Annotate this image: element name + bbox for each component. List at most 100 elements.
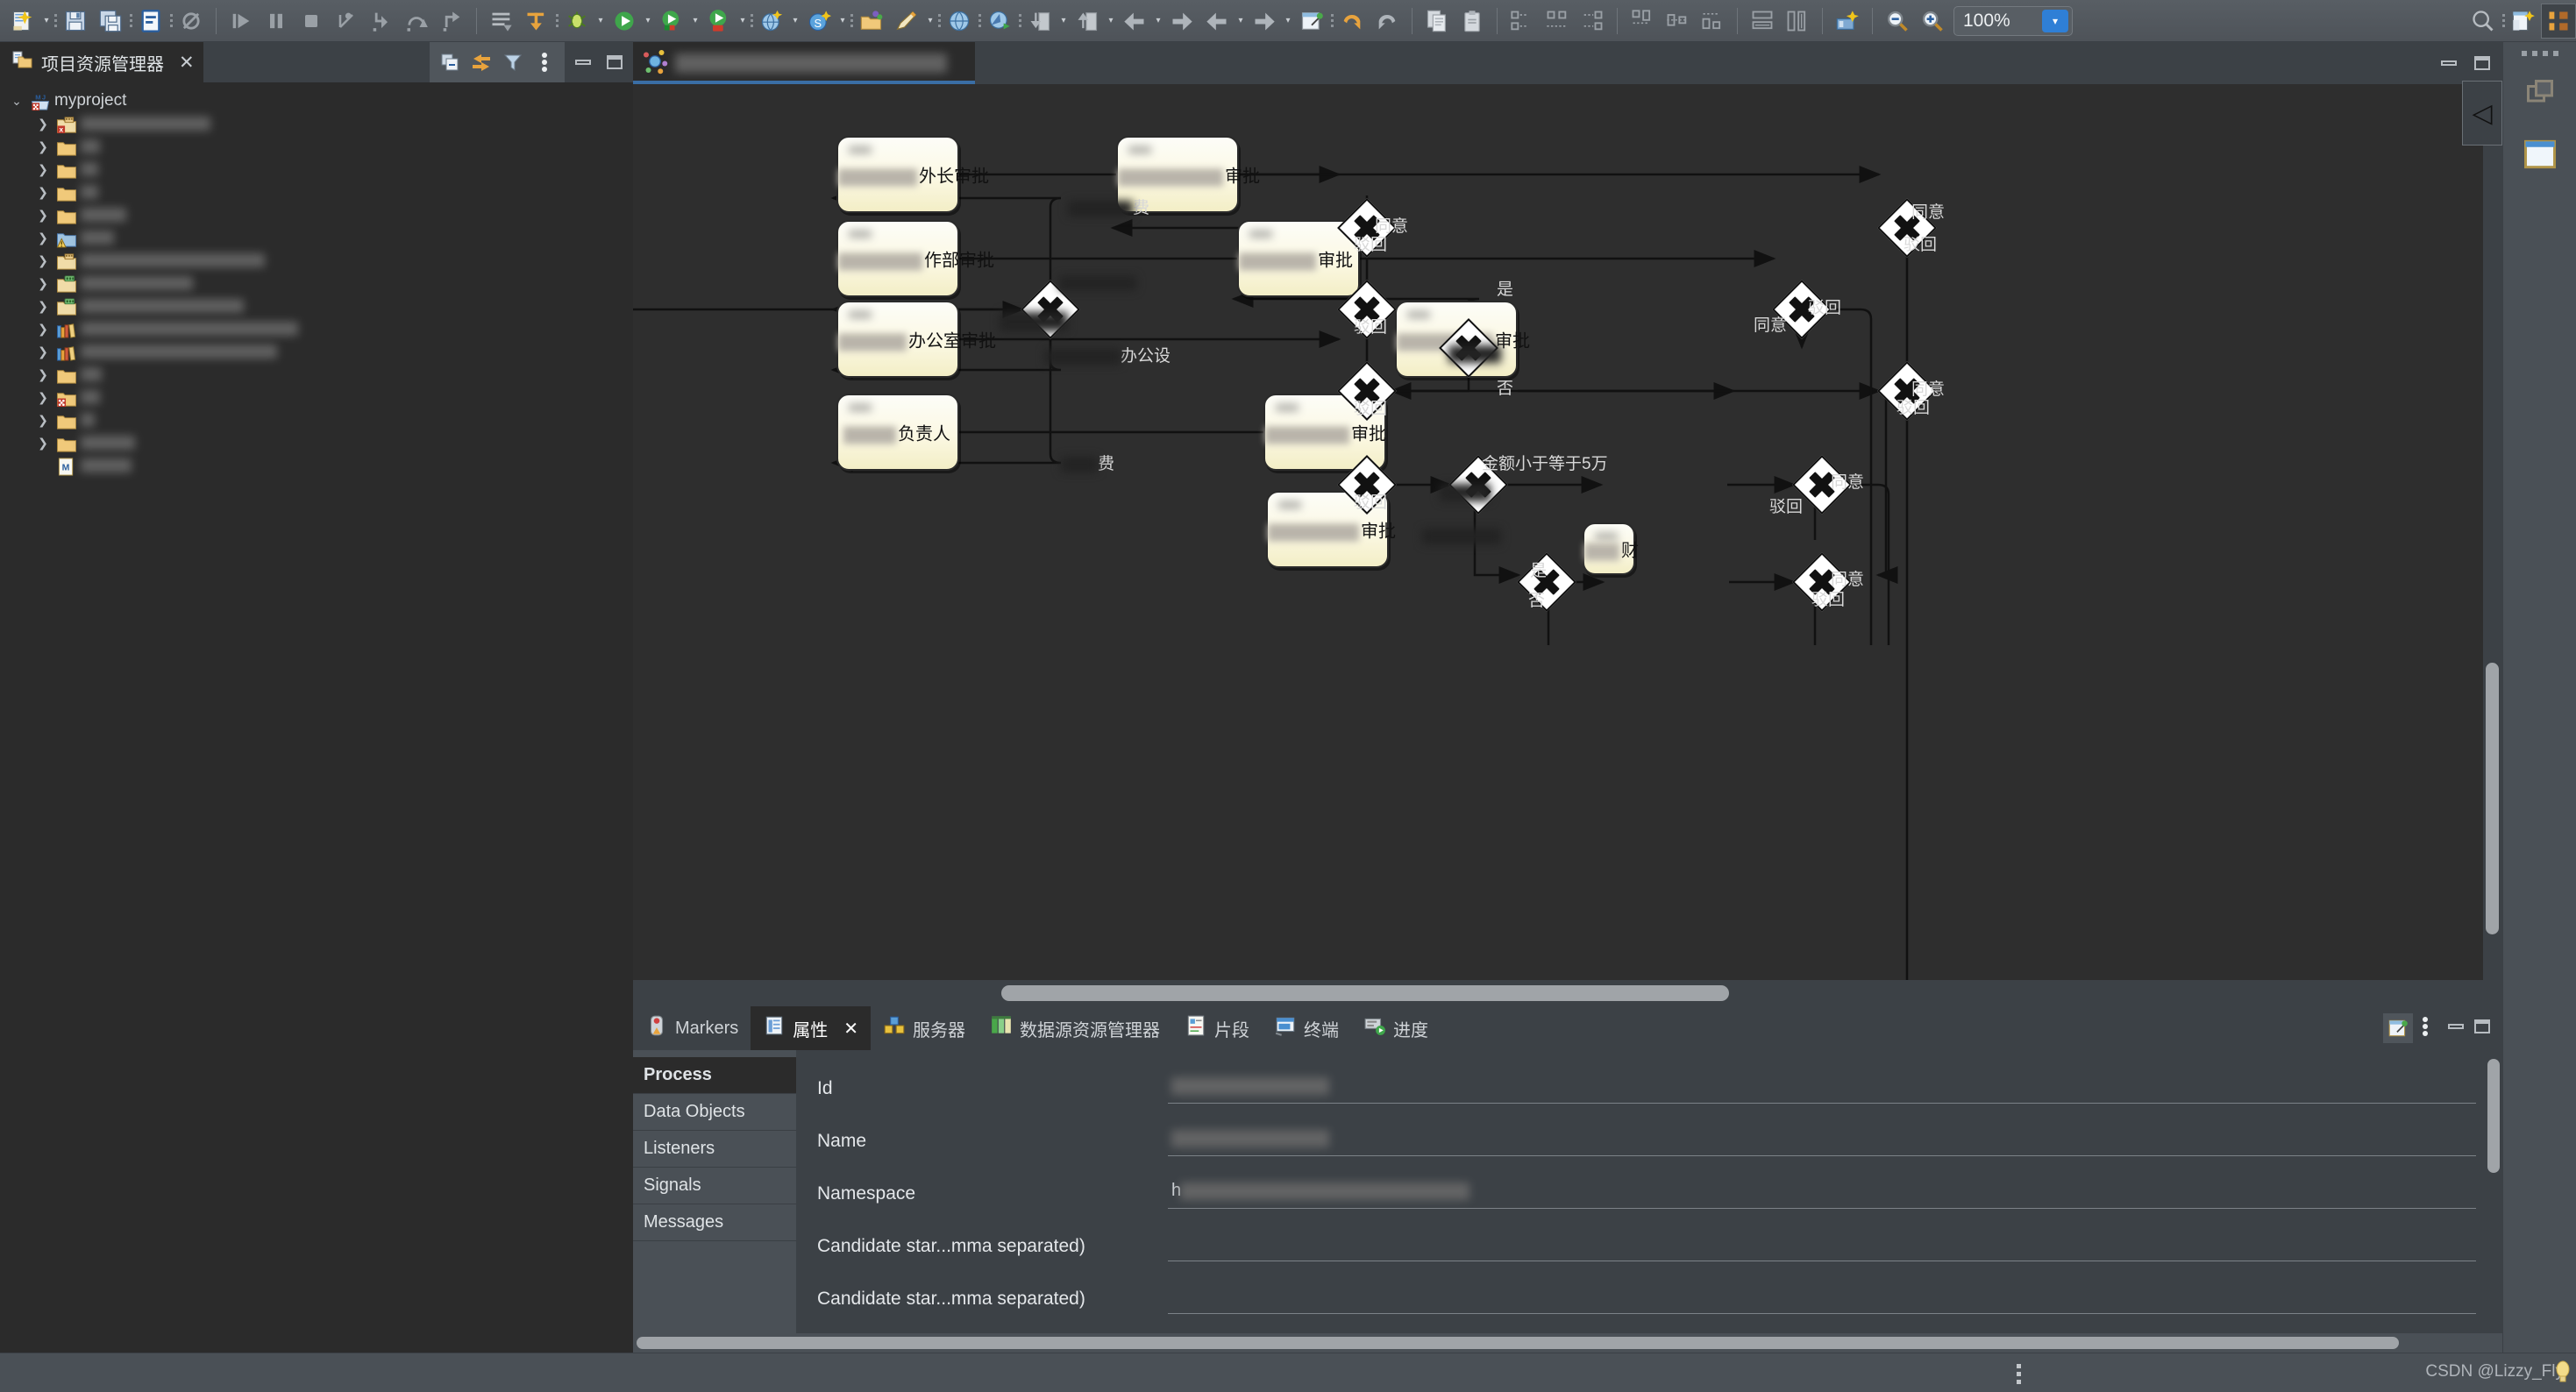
forward-history-icon[interactable]: [1164, 4, 1199, 39]
tree-row[interactable]: ⌄ M Jmyproject: [0, 89, 633, 112]
zoom-level-caret-icon[interactable]: ▾: [2042, 9, 2068, 32]
tree-expand-arrow-icon[interactable]: ❯: [35, 117, 51, 131]
new-web-project-caret-icon[interactable]: ▾: [789, 4, 801, 39]
bpmn-task[interactable]: 财: [1583, 522, 1639, 575]
canvas-vertical-scrollbar[interactable]: [2483, 84, 2502, 980]
tree-row[interactable]: ❯: [0, 386, 633, 408]
strip-drag-handle[interactable]: [2503, 42, 2576, 56]
open-type-icon[interactable]: [133, 4, 168, 39]
link-with-editor-icon[interactable]: [466, 47, 496, 77]
forward-jump-icon[interactable]: [519, 4, 554, 39]
bpmn-task[interactable]: 外长审批: [836, 136, 989, 213]
debug-icon[interactable]: [559, 4, 594, 39]
step-into-icon[interactable]: [364, 4, 399, 39]
next-annotation-caret-icon[interactable]: ▾: [1282, 4, 1294, 39]
tree-row[interactable]: ❯: [0, 295, 633, 317]
filter-icon[interactable]: [498, 47, 528, 77]
tree-expand-arrow-icon[interactable]: ❯: [35, 299, 51, 314]
bpmn-task[interactable]: 负责人: [836, 394, 959, 471]
properties-form[interactable]: Id Name Namespace h Candidate star...mma sep…: [796, 1050, 2502, 1353]
tree-expand-arrow-icon[interactable]: ❯: [35, 322, 51, 337]
project-tree[interactable]: ⌄ M Jmyproject ❯ x ❯ ❯ ❯ ❯ ❯ ❯ ❯ ❯ ❯ ❯ ❯ ❯ ❯ ❯ M: [0, 82, 633, 477]
bottom-tab-3[interactable]: 服务器: [871, 1006, 978, 1050]
close-icon[interactable]: ✕: [843, 1018, 858, 1040]
tree-expand-arrow-icon[interactable]: ❯: [35, 253, 51, 268]
import-icon[interactable]: [1022, 4, 1057, 39]
new-wizard-caret-icon[interactable]: ▾: [40, 4, 53, 39]
back-history-caret-icon[interactable]: ▾: [1152, 4, 1164, 39]
run-server-caret-icon[interactable]: ▾: [737, 4, 749, 39]
run-caret-icon[interactable]: ▾: [642, 4, 654, 39]
debug-caret-icon[interactable]: ▾: [594, 4, 607, 39]
align-middle-icon[interactable]: [1660, 4, 1695, 39]
view-menu-icon[interactable]: [2420, 1015, 2430, 1042]
redo-icon[interactable]: [1370, 4, 1405, 39]
scroll-thumb[interactable]: [2487, 1059, 2500, 1173]
bottom-tab-5[interactable]: 片段: [1172, 1006, 1262, 1050]
open-perspective-icon[interactable]: [2506, 4, 2541, 39]
status-drag-handle[interactable]: [2017, 1364, 2021, 1384]
tree-row[interactable]: ❯: [0, 181, 633, 203]
prop-input-2[interactable]: h: [1168, 1179, 2476, 1209]
import-caret-icon[interactable]: ▾: [1057, 4, 1070, 39]
match-height-icon[interactable]: [1780, 4, 1815, 39]
prop-input-3[interactable]: [1168, 1232, 2476, 1261]
minimize-icon[interactable]: [2439, 53, 2459, 73]
open-console-icon[interactable]: [484, 4, 519, 39]
tree-expand-arrow-icon[interactable]: ❯: [35, 367, 51, 382]
zoom-out-icon[interactable]: [1880, 4, 1915, 39]
zoom-in-icon[interactable]: [1915, 4, 1950, 39]
tree-row[interactable]: ❯: [0, 226, 633, 249]
prop-input-1[interactable]: [1168, 1126, 2476, 1156]
maximize-icon[interactable]: [2473, 1017, 2492, 1040]
tree-row[interactable]: ❯: [0, 317, 633, 340]
previous-annotation-icon[interactable]: [1199, 4, 1235, 39]
maximize-icon[interactable]: [605, 53, 624, 72]
bottom-tab-4[interactable]: 数据源资源管理器: [978, 1006, 1172, 1050]
properties-nav[interactable]: Process Data Objects Listeners Signals Messa…: [633, 1050, 796, 1353]
suspend-icon[interactable]: [259, 4, 294, 39]
close-icon[interactable]: ✕: [179, 52, 195, 74]
diagram-canvas[interactable]: 外长审批 审批 作部审批 审批 办公室审批 审批 负责人 审批 审批财同意 驳回 驳回 驳回 驳回是否同…: [633, 84, 2502, 1006]
prop-input-0[interactable]: [1168, 1074, 2476, 1104]
save-icon[interactable]: [58, 4, 93, 39]
tree-row[interactable]: ❯: [0, 363, 633, 386]
restore-window-icon[interactable]: [2516, 68, 2565, 117]
align-left-icon[interactable]: [1505, 4, 1540, 39]
new-web-project-icon[interactable]: [754, 4, 789, 39]
scroll-thumb[interactable]: [1001, 985, 1729, 1001]
tree-expand-arrow-icon[interactable]: ❯: [35, 436, 51, 451]
new-spring-icon[interactable]: S: [801, 4, 836, 39]
snap-grid-icon[interactable]: [1830, 4, 1865, 39]
restore-view-arrow-icon[interactable]: ◁: [2462, 81, 2502, 146]
back-history-icon[interactable]: [1117, 4, 1152, 39]
tree-expand-arrow-icon[interactable]: ❯: [35, 344, 51, 359]
tree-expand-arrow-icon[interactable]: ❯: [35, 413, 51, 428]
run-icon[interactable]: [607, 4, 642, 39]
web-browser-icon[interactable]: [942, 4, 977, 39]
java-ee-perspective-icon[interactable]: [2541, 3, 2576, 39]
previous-annotation-caret-icon[interactable]: ▾: [1235, 4, 1247, 39]
tree-expand-arrow-icon[interactable]: ⌄: [9, 94, 25, 109]
tree-row[interactable]: ❯: [0, 135, 633, 158]
prop-nav-item[interactable]: Process: [633, 1057, 796, 1094]
new-wizard-icon[interactable]: [5, 4, 40, 39]
search-icon[interactable]: [2466, 4, 2501, 39]
copy-icon[interactable]: [1420, 4, 1455, 39]
tree-row[interactable]: ❯: [0, 249, 633, 272]
tree-expand-arrow-icon[interactable]: ❯: [35, 390, 51, 405]
tree-expand-arrow-icon[interactable]: ❯: [35, 185, 51, 200]
step-over-icon[interactable]: [399, 4, 434, 39]
minimize-icon[interactable]: [573, 53, 593, 72]
prop-nav-item[interactable]: Messages: [633, 1204, 796, 1241]
tree-row[interactable]: ❯: [0, 340, 633, 363]
bottom-tab-2[interactable]: 属性 ✕: [751, 1006, 871, 1050]
align-center-icon[interactable]: [1540, 4, 1575, 39]
new-spring-caret-icon[interactable]: ▾: [836, 4, 849, 39]
export-caret-icon[interactable]: ▾: [1105, 4, 1117, 39]
align-top-icon[interactable]: [1625, 4, 1660, 39]
outline-view-icon[interactable]: [2516, 130, 2565, 179]
bottom-tab-6[interactable]: 终端: [1262, 1006, 1351, 1050]
canvas-horizontal-scrollbar[interactable]: [633, 980, 2502, 1006]
tree-row[interactable]: ❯: [0, 272, 633, 295]
